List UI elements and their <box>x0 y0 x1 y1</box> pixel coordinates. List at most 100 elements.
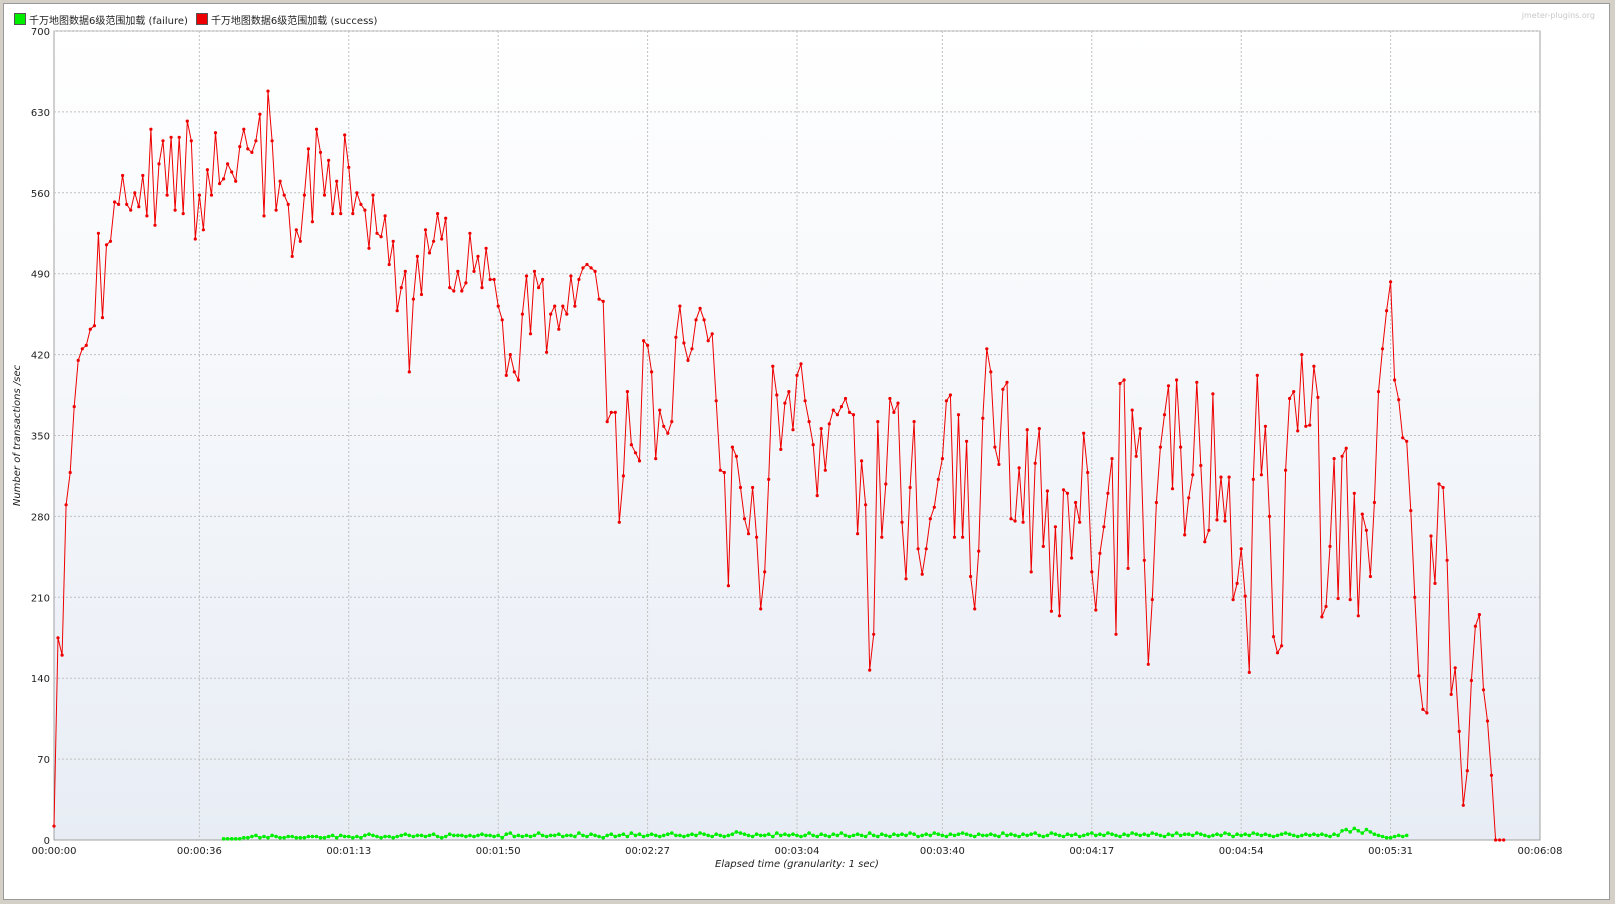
data-point-success <box>1457 729 1461 734</box>
data-point-success <box>399 286 403 290</box>
data-point-success <box>480 286 484 290</box>
x-tick-label: 00:01:50 <box>476 846 521 857</box>
data-point-success <box>892 410 896 414</box>
data-point-success <box>80 347 84 351</box>
data-point-success <box>585 262 589 267</box>
data-point-success <box>1082 431 1086 435</box>
data-point-success <box>201 228 205 232</box>
data-point-success <box>157 162 161 166</box>
data-point-success <box>1098 551 1102 556</box>
data-point-success <box>577 277 581 282</box>
data-point-success <box>1449 692 1453 697</box>
data-point-success <box>52 824 56 828</box>
data-point-failure <box>932 831 937 835</box>
data-point-success <box>516 378 521 382</box>
data-point-failure <box>892 832 896 836</box>
data-point-failure <box>472 834 476 839</box>
data-point-failure <box>948 832 953 836</box>
data-point-failure <box>1037 833 1042 838</box>
data-point-failure <box>359 835 363 840</box>
data-point-failure <box>569 833 573 838</box>
data-point-failure <box>371 833 375 838</box>
data-point-success <box>286 202 290 206</box>
data-point-failure <box>391 835 396 840</box>
data-point-failure <box>524 833 529 838</box>
data-point-success <box>1441 485 1445 490</box>
data-point-success <box>654 457 658 461</box>
data-point-success <box>1183 533 1187 537</box>
x-tick-label: 00:04:17 <box>1069 846 1114 857</box>
data-point-success <box>541 277 545 282</box>
data-point-success <box>226 162 230 166</box>
data-point-failure <box>1215 832 1219 836</box>
data-point-success <box>1445 558 1449 562</box>
data-point-failure <box>355 834 359 839</box>
data-point-success <box>682 341 686 345</box>
data-point-success <box>1324 604 1328 609</box>
data-point-success <box>1380 347 1385 351</box>
data-point-failure <box>1025 833 1029 838</box>
data-point-failure <box>290 834 295 839</box>
data-point-failure <box>1130 831 1134 835</box>
data-point-failure <box>589 832 593 836</box>
data-point-failure <box>924 832 928 836</box>
data-point-failure <box>1182 832 1187 836</box>
data-point-failure <box>577 831 581 835</box>
data-point-success <box>1065 491 1070 495</box>
data-point-failure <box>1195 831 1199 835</box>
data-point-failure <box>1380 834 1385 839</box>
data-point-failure <box>407 833 412 838</box>
data-point-failure <box>944 834 949 839</box>
data-point-failure <box>625 834 630 839</box>
data-point-failure <box>411 834 416 839</box>
data-point-success <box>322 193 327 197</box>
data-point-failure <box>876 834 880 839</box>
data-point-success <box>222 177 226 181</box>
data-point-success <box>1110 457 1114 461</box>
data-point-success <box>856 532 860 536</box>
data-point-success <box>847 410 852 414</box>
data-point-success <box>1142 558 1146 562</box>
data-point-failure <box>363 833 367 838</box>
y-axis-label: Number of transactions /sec <box>12 364 23 506</box>
data-point-success <box>318 150 323 154</box>
data-point-failure <box>981 833 985 838</box>
data-point-success <box>718 468 722 472</box>
data-point-failure <box>1332 832 1336 836</box>
data-point-failure <box>912 832 916 836</box>
data-point-success <box>218 182 222 186</box>
data-point-failure <box>884 833 888 838</box>
data-point-failure <box>1340 829 1344 833</box>
data-point-failure <box>637 832 642 836</box>
data-point-failure <box>1324 833 1328 838</box>
y-tick-label: 280 <box>31 512 50 523</box>
y-tick-label: 420 <box>31 351 50 362</box>
data-point-failure <box>734 830 739 834</box>
data-point-success <box>1372 500 1376 505</box>
data-point-success <box>1086 470 1090 475</box>
data-point-success <box>956 413 961 417</box>
data-point-failure <box>738 831 743 835</box>
data-point-success <box>835 413 840 417</box>
data-point-success <box>763 570 767 574</box>
data-point-failure <box>1005 833 1009 838</box>
data-point-success <box>815 494 819 498</box>
data-point-failure <box>1304 832 1308 836</box>
data-point-failure <box>593 833 597 838</box>
data-point-failure <box>565 833 569 838</box>
data-point-success <box>565 312 569 316</box>
data-point-failure <box>1251 831 1256 835</box>
data-point-success <box>476 254 480 258</box>
data-point-success <box>436 212 440 216</box>
data-point-success <box>125 202 129 206</box>
data-point-failure <box>326 834 331 839</box>
line-chart: 070140210280350420490560630700 00:00:00 0… <box>12 27 1562 870</box>
data-point-failure <box>859 833 864 838</box>
data-point-success <box>969 574 973 579</box>
data-point-failure <box>484 833 488 838</box>
data-point-failure <box>552 833 557 838</box>
data-point-failure <box>456 833 460 838</box>
data-point-success <box>827 422 831 426</box>
data-point-success <box>1009 517 1013 521</box>
data-point-success <box>367 246 371 250</box>
